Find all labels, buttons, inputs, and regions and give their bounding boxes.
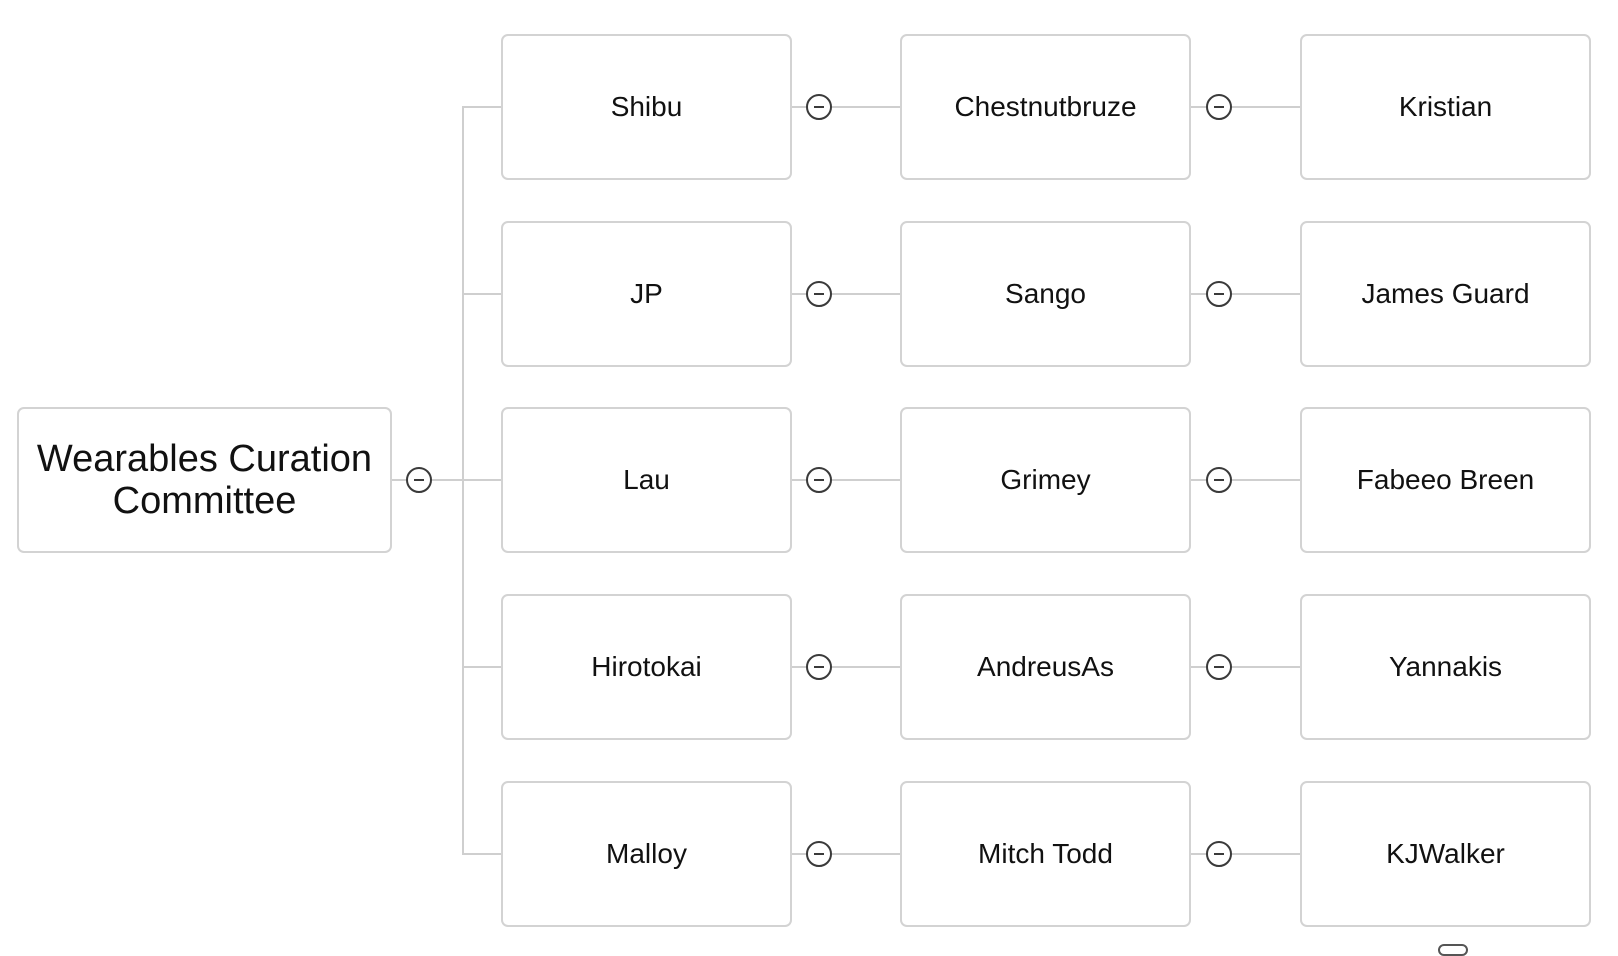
member-node-level2[interactable]: Grimey [900,407,1191,553]
branch-connector [463,479,501,481]
collapse-minus-icon[interactable] [1206,467,1232,493]
member-node-level1[interactable]: Lau [501,407,792,553]
collapse-minus-icon[interactable] [806,94,832,120]
member-node-level3[interactable]: Fabeeo Breen [1300,407,1591,553]
member-node-level2[interactable]: Sango [900,221,1191,367]
node-connector [792,479,806,481]
node-connector [792,853,806,855]
collapse-minus-icon[interactable] [1206,654,1232,680]
root-node[interactable]: Wearables Curation Committee [17,407,392,553]
root-connector [392,479,406,481]
member-node-level2[interactable]: Chestnutbruze [900,34,1191,180]
node-connector [832,106,900,108]
member-node-level3[interactable]: Yannakis [1300,594,1591,740]
branch-connector [463,853,501,855]
node-connector [832,293,900,295]
node-connector [1191,666,1206,668]
collapse-minus-icon[interactable] [806,281,832,307]
member-node-level3[interactable]: Kristian [1300,34,1591,180]
collapse-minus-icon[interactable] [806,654,832,680]
collapse-minus-icon[interactable] [1206,94,1232,120]
node-connector [1191,293,1206,295]
collapse-minus-icon[interactable] [1206,841,1232,867]
member-name-label: KJWalker [1386,838,1505,869]
collapse-minus-icon[interactable] [1206,281,1232,307]
member-name-label: Kristian [1398,91,1493,122]
member-name-label: Hirotokai [591,651,702,682]
member-node-level3[interactable]: KJWalker [1300,781,1591,927]
node-connector [792,106,806,108]
member-name-label: Shibu [610,91,683,122]
branch-connector [463,293,501,295]
member-name-label: Mitch Todd [978,838,1113,869]
member-node-level3[interactable]: James Guard [1300,221,1591,367]
member-name-label: JP [630,278,663,309]
member-name-label: James Guard [1361,278,1530,309]
node-connector [1232,853,1300,855]
branch-connector [463,106,501,108]
member-node-level1[interactable]: Hirotokai [501,594,792,740]
member-name-label: Grimey [1000,464,1091,495]
corner-handle[interactable] [1438,944,1468,956]
collapse-minus-icon[interactable] [806,467,832,493]
root-node-label: Wearables Curation Committee [36,438,373,522]
member-name-label: Lau [623,464,670,495]
member-name-label: Chestnutbruze [954,91,1137,122]
node-connector [1232,479,1300,481]
member-name-label: Sango [1005,278,1086,309]
member-node-level1[interactable]: JP [501,221,792,367]
member-node-level1[interactable]: Malloy [501,781,792,927]
member-node-level2[interactable]: Mitch Todd [900,781,1191,927]
node-connector [1191,106,1206,108]
node-connector [832,479,900,481]
node-connector [832,666,900,668]
member-name-label: Fabeeo Breen [1356,464,1535,495]
root-collapse-minus-icon[interactable] [406,467,432,493]
org-chart: Wearables Curation Committee Shibu Chestn… [0,0,1618,948]
node-connector [1232,293,1300,295]
node-connector [1232,666,1300,668]
node-connector [1191,853,1206,855]
member-name-label: Yannakis [1388,651,1503,682]
root-trunk-connector [432,479,463,481]
collapse-minus-icon[interactable] [806,841,832,867]
node-connector [1191,479,1206,481]
member-node-level1[interactable]: Shibu [501,34,792,180]
member-name-label: AndreusAs [977,651,1114,682]
branch-connector [463,666,501,668]
member-name-label: Malloy [606,838,687,869]
node-connector [792,293,806,295]
node-connector [832,853,900,855]
node-connector [1232,106,1300,108]
member-node-level2[interactable]: AndreusAs [900,594,1191,740]
node-connector [792,666,806,668]
